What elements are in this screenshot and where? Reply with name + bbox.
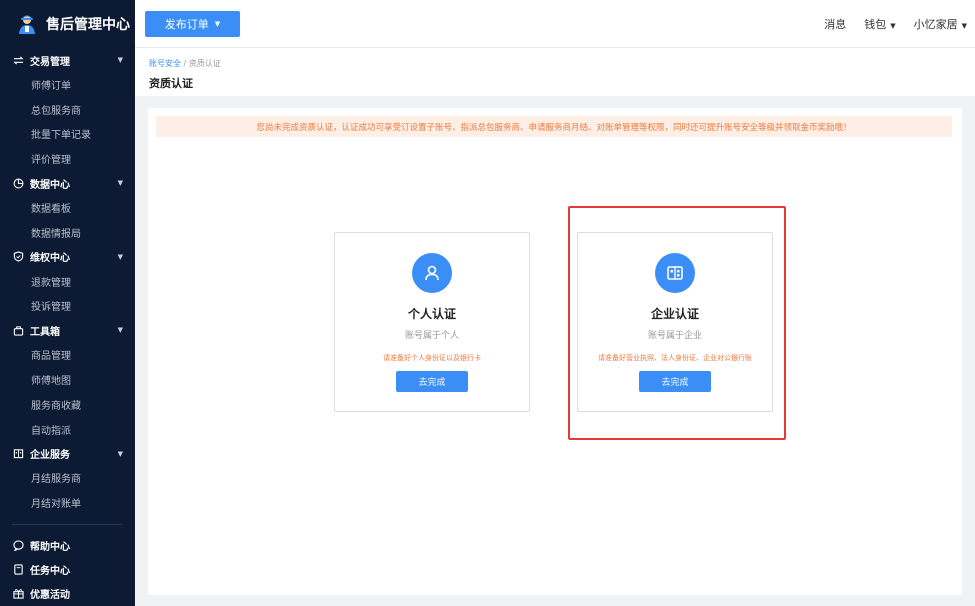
top-right-menu: 消息 钱包 ▼ 小忆家居 ▼: [806, 0, 967, 48]
user-icon: [412, 253, 452, 293]
sidebar-item[interactable]: 总包服务商: [0, 97, 135, 122]
wallet-label: 钱包: [864, 18, 887, 31]
toolbox-icon: [12, 324, 24, 336]
sidebar-item[interactable]: 批量下单记录: [0, 122, 135, 147]
wallet-menu[interactable]: 钱包 ▼: [864, 16, 895, 32]
sidebar-item[interactable]: 服务商收藏: [0, 392, 135, 417]
page-title: 资质认证: [149, 77, 193, 90]
messages-link[interactable]: 消息: [824, 16, 846, 32]
breadcrumb: 账号安全 / 资质认证: [149, 58, 975, 69]
help-chat-icon: [12, 539, 24, 551]
sidebar-item-label: 任务中心: [30, 565, 70, 577]
top-bar: 发布订单 ▼ 消息 钱包 ▼ 小忆家居 ▼: [135, 0, 975, 48]
sidebar-item-help[interactable]: 帮助中心: [0, 533, 135, 557]
sidebar-item[interactable]: 商品管理: [0, 342, 135, 367]
personal-complete-button[interactable]: 去完成: [396, 371, 468, 392]
personal-card-title: 个人认证: [407, 307, 456, 321]
swap-icon: [12, 54, 24, 66]
shield-icon: [12, 251, 24, 263]
caret-down-icon: ▼: [961, 22, 967, 30]
sidebar-item[interactable]: 自动指派: [0, 417, 135, 442]
sidebar-group-0[interactable]: 交易管理 ▼: [0, 48, 135, 72]
sidebar-item-promotions[interactable]: 优惠活动: [0, 581, 135, 605]
breadcrumb-parent-link[interactable]: 账号安全: [149, 59, 181, 68]
caret-down-icon: ▼: [117, 449, 123, 458]
sidebar-group-label: 工具箱: [30, 326, 60, 338]
sidebar-item[interactable]: 师傅订单: [0, 72, 135, 97]
publish-order-label: 发布订单: [164, 18, 209, 31]
personal-certification-card: 个人认证 账号属于个人 请准备好个人身份证以及银行卡 去完成: [334, 232, 530, 412]
caret-down-icon: ▼: [214, 20, 221, 28]
technician-logo-icon: [19, 15, 35, 34]
sidebar-item[interactable]: 投诉管理: [0, 294, 135, 319]
sidebar-item[interactable]: 月结服务商: [0, 466, 135, 491]
sidebar-item-label: 帮助中心: [30, 541, 70, 553]
sidebar-group-3[interactable]: 工具箱 ▼: [0, 318, 135, 342]
personal-card-subtitle: 账号属于个人: [404, 331, 459, 341]
sidebar-item-label: 优惠活动: [30, 589, 70, 601]
breadcrumb-current: 资质认证: [188, 59, 221, 68]
sidebar-item[interactable]: 退款管理: [0, 269, 135, 294]
certification-notice: 您尚未完成资质认证，认证成功可享受订设置子账号、指派总包服务商、申请服务商月结、…: [156, 116, 952, 137]
app-title: 售后管理中心: [46, 17, 130, 33]
sidebar-item[interactable]: 数据看板: [0, 195, 135, 220]
caret-down-icon: ▼: [117, 326, 123, 335]
task-icon: [12, 563, 24, 575]
main-panel: 您尚未完成资质认证，认证成功可享受订设置子账号、指派总包服务商、申请服务商月结、…: [148, 108, 962, 595]
caret-down-icon: ▼: [117, 56, 123, 64]
caret-down-icon: ▼: [117, 179, 123, 188]
pie-chart-icon: [12, 177, 24, 189]
highlight-box: [568, 206, 786, 440]
sidebar-item-tasks[interactable]: 任务中心: [0, 557, 135, 581]
caret-down-icon: ▼: [117, 252, 123, 261]
sidebar-group-4[interactable]: 企业服务 ▼: [0, 442, 135, 466]
sidebar-item[interactable]: 数据情报局: [0, 220, 135, 245]
sidebar-item[interactable]: 师傅地图: [0, 367, 135, 392]
building-icon: [12, 448, 24, 460]
page-header: 账号安全 / 资质认证 资质认证: [135, 48, 975, 96]
sidebar-group-label: 交易管理: [30, 56, 70, 68]
sidebar-item[interactable]: 评价管理: [0, 146, 135, 171]
caret-down-icon: ▼: [890, 22, 896, 30]
sidebar-divider: [12, 524, 123, 526]
user-name: 小忆家居: [913, 18, 958, 31]
sidebar-group-label: 企业服务: [30, 450, 70, 462]
gift-icon: [12, 587, 24, 599]
sidebar-group-label: 数据中心: [30, 179, 70, 191]
sidebar: 售后管理中心 交易管理 ▼ 师傅订单 总包服务商 批量下单记录 评价管理数据中心 ▼ 数据看板…: [0, 0, 135, 606]
breadcrumb-separator: /: [183, 59, 187, 68]
personal-card-tip: 请准备好个人身份证以及银行卡: [383, 354, 481, 362]
sidebar-group-1[interactable]: 数据中心 ▼: [0, 171, 135, 195]
sidebar-item[interactable]: 月结对账单: [0, 490, 135, 515]
logo[interactable]: 售后管理中心: [0, 0, 135, 48]
publish-order-button[interactable]: 发布订单 ▼: [145, 11, 240, 37]
sidebar-group-2[interactable]: 维权中心 ▼: [0, 245, 135, 269]
sidebar-group-label: 维权中心: [30, 253, 70, 265]
user-menu[interactable]: 小忆家居 ▼: [914, 16, 967, 32]
